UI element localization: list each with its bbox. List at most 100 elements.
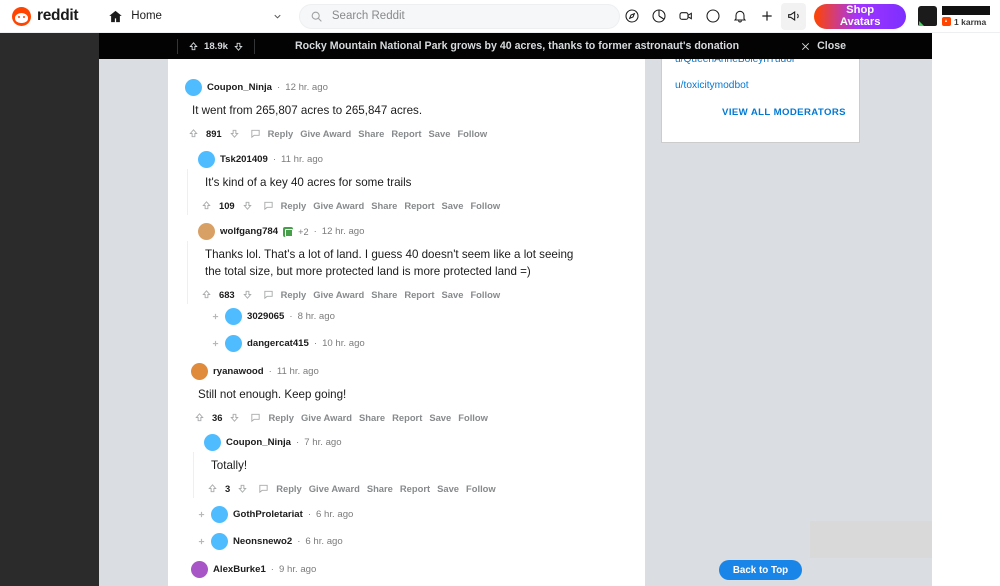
give-award-action[interactable]: Give Award [300, 128, 351, 139]
comment-author[interactable]: Tsk201409 [220, 154, 268, 165]
upvote-icon[interactable] [207, 483, 218, 494]
comment-timestamp: 10 hr. ago [322, 338, 365, 349]
comment-actions: 3 Reply Give Award Share Report Save Fol… [207, 483, 624, 494]
follow-action[interactable]: Follow [470, 200, 500, 211]
expand-plus-icon[interactable] [197, 537, 206, 546]
upvote-icon[interactable] [194, 412, 205, 423]
reply-action[interactable]: Reply [276, 483, 302, 494]
report-action[interactable]: Report [392, 412, 422, 423]
comment-author[interactable]: 3029065 [247, 311, 284, 322]
downvote-icon[interactable] [242, 200, 253, 211]
share-action[interactable]: Share [359, 412, 385, 423]
give-award-action[interactable]: Give Award [309, 483, 360, 494]
separator-dot: · [272, 154, 277, 165]
expand-plus-icon[interactable] [211, 339, 220, 348]
reply-action[interactable]: Reply [268, 412, 294, 423]
comment-bubble-icon[interactable] [250, 128, 261, 139]
save-action[interactable]: Save [437, 483, 459, 494]
close-post-button[interactable]: Close [800, 40, 846, 52]
upvote-icon[interactable] [201, 289, 212, 300]
comment-author[interactable]: Coupon_Ninja [207, 82, 272, 93]
save-action[interactable]: Save [429, 412, 451, 423]
report-action[interactable]: Report [404, 289, 434, 300]
comment-thread: Coupon_Ninja · 12 hr. ago It went from 2… [185, 79, 615, 139]
report-action[interactable]: Report [404, 200, 434, 211]
comment-author[interactable]: AlexBurke1 [213, 564, 266, 575]
view-all-moderators-link[interactable]: VIEW ALL MODERATORS [675, 107, 846, 118]
comment-bubble-icon[interactable] [263, 200, 274, 211]
top-navigation-bar: reddit Home Search Reddit Shop Avatars 1… [0, 0, 1000, 33]
expand-plus-icon[interactable] [211, 312, 220, 321]
search-input[interactable] [329, 9, 609, 23]
chat-bubble-icon[interactable] [701, 3, 726, 30]
community-selector-dropdown[interactable]: Home [100, 3, 291, 29]
megaphone-icon[interactable] [781, 2, 807, 30]
give-award-action[interactable]: Give Award [313, 200, 364, 211]
downvote-icon[interactable] [229, 128, 240, 139]
reddit-logo-icon [12, 6, 31, 26]
expand-plus-icon[interactable] [197, 510, 206, 519]
follow-action[interactable]: Follow [458, 412, 488, 423]
collapsed-comment[interactable]: 3029065 · 8 hr. ago [211, 308, 611, 325]
user-account-menu[interactable]: 1 karma [918, 5, 994, 27]
downvote-icon[interactable] [233, 41, 244, 52]
report-action[interactable]: Report [400, 483, 430, 494]
comment-timestamp: 12 hr. ago [321, 226, 365, 237]
comment-author[interactable]: dangercat415 [247, 338, 309, 349]
reply-action[interactable]: Reply [268, 128, 294, 139]
post-vote-cluster: 18.9k [177, 38, 256, 54]
save-action[interactable]: Save [442, 289, 464, 300]
shop-avatars-button[interactable]: Shop Avatars [814, 3, 907, 29]
upvote-icon[interactable] [188, 41, 199, 52]
comment-bubble-icon[interactable] [263, 289, 274, 300]
follow-action[interactable]: Follow [457, 128, 487, 139]
share-action[interactable]: Share [371, 200, 397, 211]
report-action[interactable]: Report [391, 128, 421, 139]
user-meta: 1 karma [942, 5, 991, 27]
share-action[interactable]: Share [358, 128, 384, 139]
save-action[interactable]: Save [442, 200, 464, 211]
collapsed-comment[interactable]: Neonsnewo2 · 6 hr. ago [197, 533, 597, 550]
follow-action[interactable]: Follow [466, 483, 496, 494]
divider [254, 38, 256, 54]
reddit-home-link[interactable]: reddit [12, 6, 79, 26]
moderator-link[interactable]: u/toxicitymodbot [675, 80, 846, 91]
comment-timestamp: 11 hr. ago [281, 154, 324, 165]
chart-icon[interactable] [647, 3, 672, 30]
extra-awards-count[interactable]: +2 [298, 227, 308, 237]
thread-line [187, 169, 188, 215]
comment-bubble-icon[interactable] [258, 483, 269, 494]
comment-score: 683 [219, 288, 235, 300]
share-action[interactable]: Share [367, 483, 393, 494]
share-action[interactable]: Share [371, 289, 397, 300]
upvote-icon[interactable] [188, 128, 199, 139]
search-bar[interactable] [298, 3, 620, 29]
downvote-icon[interactable] [242, 289, 253, 300]
comment-author[interactable]: GothProletariat [233, 509, 303, 520]
video-camera-icon[interactable] [674, 3, 699, 30]
give-award-action[interactable]: Give Award [313, 289, 364, 300]
downvote-icon[interactable] [229, 412, 240, 423]
comment-author[interactable]: Coupon_Ninja [226, 437, 291, 448]
content-right-gutter [645, 59, 661, 586]
comment-author[interactable]: Neonsnewo2 [233, 536, 292, 547]
downvote-icon[interactable] [237, 483, 248, 494]
reply-action[interactable]: Reply [281, 200, 307, 211]
bell-icon[interactable] [728, 3, 753, 30]
give-award-action[interactable]: Give Award [301, 412, 352, 423]
sticky-post-banner: 18.9k Rocky Mountain National Park grows… [99, 33, 932, 59]
comment-author[interactable]: ryanawood [213, 366, 264, 377]
compass-icon[interactable] [620, 3, 645, 30]
back-to-top-button[interactable]: Back to Top [719, 560, 802, 580]
comment-timestamp: 9 hr. ago [279, 564, 317, 575]
save-action[interactable]: Save [429, 128, 451, 139]
collapsed-comment[interactable]: dangercat415 · 10 hr. ago [211, 335, 611, 352]
avatar [185, 79, 202, 96]
follow-action[interactable]: Follow [470, 289, 500, 300]
plus-icon[interactable] [754, 3, 779, 30]
comment-author[interactable]: wolfgang784 [220, 226, 278, 237]
collapsed-comment[interactable]: GothProletariat · 6 hr. ago [197, 506, 597, 523]
comment-bubble-icon[interactable] [250, 412, 261, 423]
reply-action[interactable]: Reply [281, 289, 307, 300]
upvote-icon[interactable] [201, 200, 212, 211]
